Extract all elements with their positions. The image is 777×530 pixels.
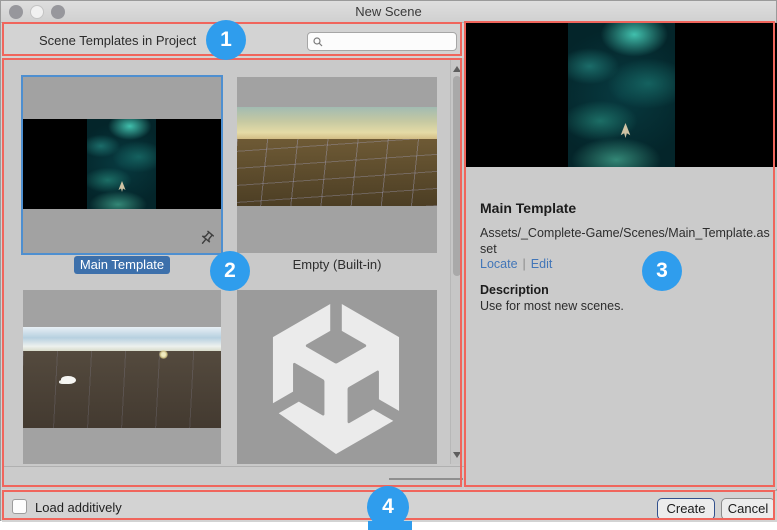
details-title: Main Template (480, 200, 576, 216)
template-card-empty-builtin[interactable] (237, 77, 437, 253)
scrollbar-thumb[interactable] (453, 76, 461, 276)
main-template-thumbnail (23, 119, 221, 209)
pin-icon[interactable] (198, 230, 215, 247)
annotation-marker-4-tail (368, 521, 412, 530)
cloud-sprite-icon (61, 376, 76, 384)
template-card-4[interactable] (237, 290, 437, 464)
template-info: Main Template Assets/_Complete-Game/Scen… (465, 167, 777, 489)
vertical-scrollbar[interactable] (450, 60, 462, 464)
thumbnail-size-slider[interactable] (389, 478, 463, 480)
link-separator: | (523, 257, 526, 271)
sun-sprite-icon (159, 350, 168, 359)
locate-link[interactable]: Locate (480, 257, 518, 271)
template-card-main-template[interactable] (23, 77, 221, 253)
search-box[interactable] (307, 32, 457, 51)
details-asset-path: Assets/_Complete-Game/Scenes/Main_Templa… (480, 225, 774, 257)
spaceship-sprite-icon (118, 181, 126, 192)
description-heading: Description (480, 283, 549, 297)
scroll-down-icon[interactable] (453, 452, 461, 458)
description-text: Use for most new scenes. (480, 299, 624, 313)
load-additively-checkbox[interactable] (12, 499, 27, 514)
search-icon (313, 37, 323, 47)
template-card-3[interactable] (23, 290, 221, 464)
templates-header-label: Scene Templates in Project (39, 33, 196, 48)
annotation-marker-2: 2 (210, 251, 250, 291)
edit-link[interactable]: Edit (531, 257, 553, 271)
search-input[interactable] (326, 34, 452, 49)
cancel-button[interactable]: Cancel (721, 498, 775, 520)
template-details-panel: Main Template Assets/_Complete-Game/Scen… (465, 23, 777, 489)
create-button[interactable]: Create (657, 498, 715, 520)
scroll-up-icon[interactable] (453, 66, 461, 72)
annotation-marker-1: 1 (206, 20, 246, 60)
details-links: Locate | Edit (480, 257, 552, 271)
unity-logo-icon (261, 304, 411, 454)
template-label-empty[interactable]: Empty (Built-in) (237, 257, 437, 272)
window-title: New Scene (1, 1, 776, 23)
titlebar: New Scene (1, 1, 776, 23)
template-label-main[interactable]: Main Template (23, 257, 221, 272)
template-preview (465, 23, 777, 167)
load-additively-label: Load additively (35, 500, 122, 515)
spaceship-sprite-icon (620, 123, 631, 138)
thumbnail-size-slider-row (2, 466, 464, 489)
annotation-marker-3: 3 (642, 251, 682, 291)
